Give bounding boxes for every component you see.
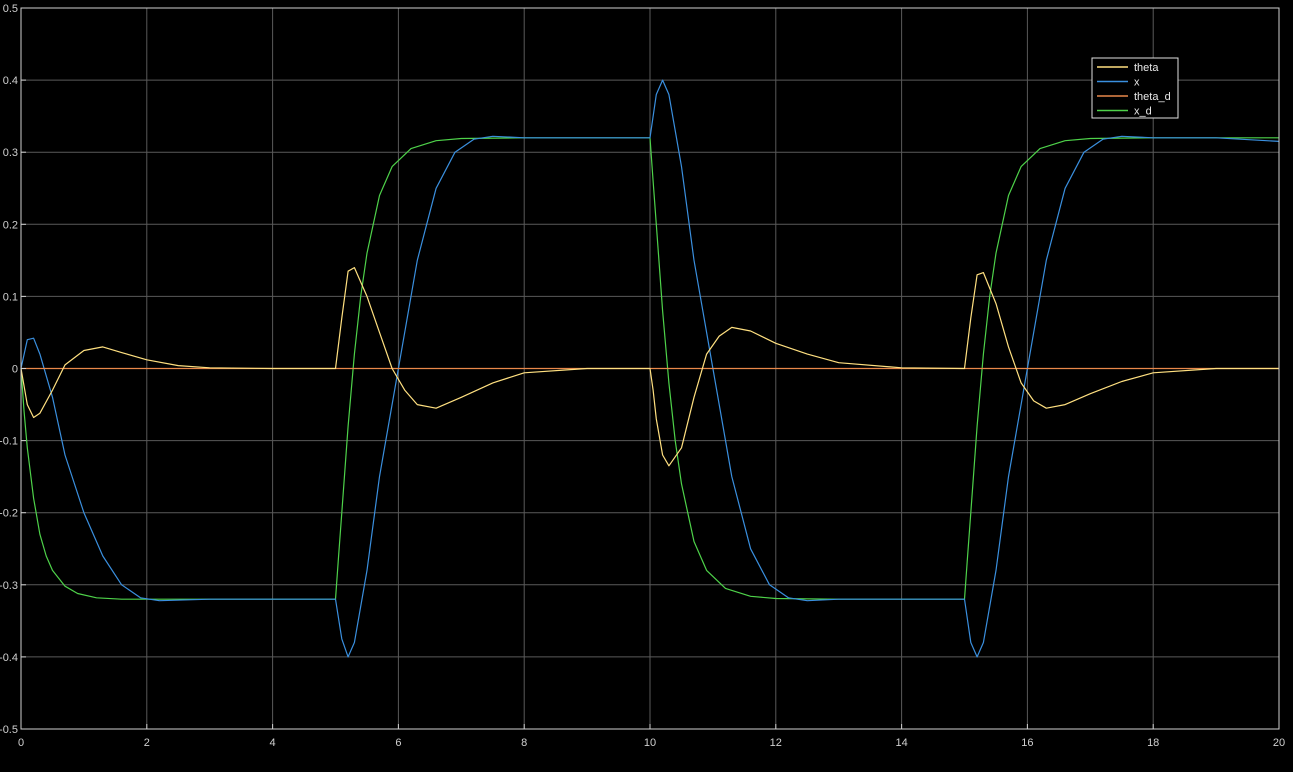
x-tick-label: 2	[144, 737, 150, 749]
y-tick-label: 0.2	[3, 219, 18, 231]
x-tick-label: 18	[1147, 737, 1159, 749]
y-tick-label: -0.3	[0, 580, 18, 592]
y-tick-label: -0.5	[0, 724, 18, 736]
legend-label-theta-d[interactable]: theta_d	[1134, 91, 1171, 103]
x-tick-label: 0	[18, 737, 24, 749]
y-tick-label: 0	[12, 364, 18, 376]
legend-label-x-d[interactable]: x_d	[1134, 106, 1152, 118]
legend-label-x[interactable]: x	[1134, 77, 1140, 89]
x-tick-label: 6	[395, 737, 401, 749]
legend-label-theta[interactable]: theta	[1134, 62, 1159, 74]
legend[interactable]: theta x theta_d x_d	[1091, 57, 1179, 119]
x-tick-label: 12	[770, 737, 782, 749]
y-tick-label: -0.2	[0, 508, 18, 520]
y-tick-label: 0.3	[3, 147, 18, 159]
x-tick-label: 16	[1021, 737, 1033, 749]
y-tick-label: -0.4	[0, 652, 18, 664]
x-tick-label: 14	[895, 737, 907, 749]
line-chart: 0 2 4 6 8 10 12 14 16 18 20 -0.5 -0.4 -0.3 -0.2 -0.1 0 0…	[0, 0, 1293, 767]
y-tick-label: 0.1	[3, 291, 18, 303]
x-tick-label: 20	[1273, 737, 1285, 749]
scope-display: 0 2 4 6 8 10 12 14 16 18 20 -0.5 -0.4 -0.3 -0.2 -0.1 0 0…	[0, 0, 1293, 767]
y-tick-label: 0.4	[3, 75, 18, 87]
y-tick-label: -0.1	[0, 436, 18, 448]
x-tick-label: 10	[644, 737, 656, 749]
x-tick-label: 8	[521, 737, 527, 749]
y-tick-label: 0.5	[3, 3, 18, 15]
x-tick-label: 4	[270, 737, 276, 749]
